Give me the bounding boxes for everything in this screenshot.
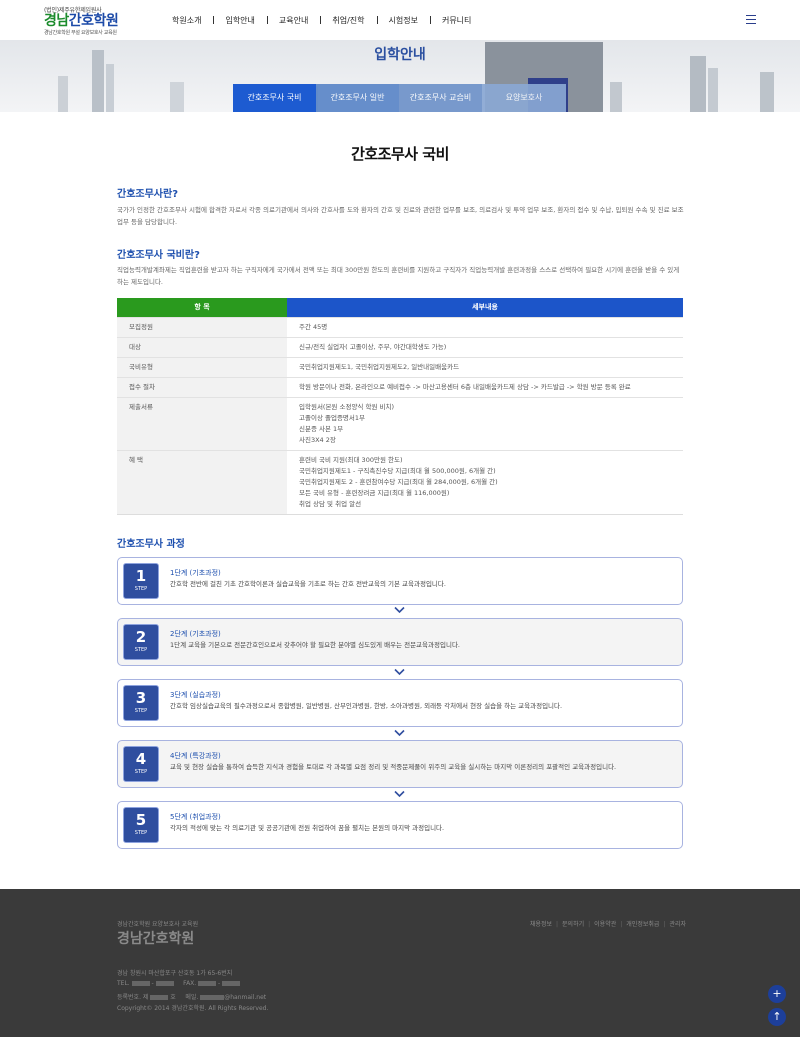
footer-links: 채용정보 문의하기 이용약관 개인정보취급 관리자 [530, 919, 686, 928]
step-title: 5단계 (취업과정) [170, 813, 221, 821]
site-header: (법인)제주유한제임원사 경남간호학원 경남간호학원 부설 요양보호사 교육원 … [0, 0, 800, 40]
step-description: 간호학 전반에 걸친 기초 간호학이론과 실습교육을 기초로 하는 간호 전반교… [170, 580, 446, 588]
page-title: 간호조무사 국비 [351, 145, 449, 163]
step-card: 5 STEP 5단계 (취업과정) 각자의 적성에 맞는 각 의료기관 및 공공기… [117, 801, 683, 849]
logo-caption: 경남간호학원 부설 요양보호사 교육원 [44, 30, 117, 36]
table-cell-label: 제출서류 [117, 398, 287, 450]
table-cell-label: 국비유형 [117, 358, 287, 377]
section-heading-course: 간호조무사 과정 [117, 539, 185, 550]
table-cell-label: 모집정원 [117, 318, 287, 337]
table-header-item: 항 목 [117, 298, 287, 317]
footer-contact: TEL. - FAX. - [117, 980, 241, 987]
table-cell-value: 신규/전직 실업자( 고졸이상, 주부, 야간대학생도 가능) [299, 343, 447, 351]
table-cell-value: 주간 45명 [299, 323, 328, 331]
table-row: 혜 택 훈련비 국비 지원(최대 300만원 한도) 국민취업지원제도1 - 구… [117, 450, 683, 514]
step-description: 1단계 교육을 기본으로 전문간호인으로서 갖추어야 할 필요한 분야별 심도있… [170, 641, 460, 649]
table-row: 제출서류 입학원서(본원 소정양식 학원 비치) 고졸이상 졸업증명서1부 신분… [117, 397, 683, 450]
nav-item-community[interactable]: 커뮤니티 [429, 15, 483, 26]
footer-copyright: Copyright© 2014 경남간호학원. All Rights Reser… [117, 1005, 269, 1012]
step-card: 3 STEP 3단계 (실습과정) 간호학 임상실습교육의 필수과정으로서 종합병… [117, 679, 683, 727]
footer-link-jobs[interactable]: 채용정보 [530, 919, 552, 928]
footer-registration: 등록번호. 제 호 메일. @hanmail.net [117, 994, 267, 1001]
step-title: 1단계 (기초과정) [170, 569, 221, 577]
table-cell-label: 대상 [117, 338, 287, 357]
step-badge: 5 STEP [123, 807, 159, 843]
table-row: 접수 절차 학원 방문이나 전화, 온라인으로 예비접수 -> 마산고용센터 6… [117, 377, 683, 397]
chevron-down-icon [394, 668, 405, 676]
table-row: 모집정원 주간 45명 [117, 317, 683, 337]
step-title: 2단계 (기초과정) [170, 630, 221, 638]
section-text-what: 국가가 인정한 간호조무사 시험에 합격한 자로서 각종 의료기관에서 의사와 … [117, 206, 684, 226]
nav-item-career[interactable]: 취업/진학 [320, 15, 376, 26]
chevron-down-icon [394, 606, 405, 614]
footer-address: 경남 창원시 마산합포구 산호동 1가 65-6번지 [117, 970, 233, 977]
step-card: 2 STEP 2단계 (기초과정) 1단계 교육을 기본으로 전문간호인으로서 갖… [117, 618, 683, 666]
main-nav: 학원소개 입학안내 교육안내 취업/진학 시험정보 커뮤니티 [160, 15, 483, 26]
plus-button[interactable]: + [768, 985, 786, 1003]
tab-tuition[interactable]: 간호조무사 교습비 [399, 84, 482, 112]
table-header-detail: 세부내용 [287, 298, 683, 317]
tab-national-support[interactable]: 간호조무사 국비 [233, 84, 316, 112]
table-cell-label: 접수 절차 [117, 378, 287, 397]
step-title: 3단계 (실습과정) [170, 691, 221, 699]
tab-general[interactable]: 간호조무사 일반 [316, 84, 399, 112]
step-title: 4단계 (특강과정) [170, 752, 221, 760]
section-heading-national: 간호조무사 국비란? [117, 250, 200, 261]
tab-caregiver[interactable]: 요양보호사 [482, 84, 566, 112]
table-cell-value: 훈련비 국비 지원(최대 300만원 한도) 국민취업지원제도1 - 구직촉진수… [299, 456, 498, 508]
step-badge: 2 STEP [123, 624, 159, 660]
step-card: 4 STEP 4단계 (특강과정) 교육 및 현장 실습을 통하여 습득한 지식과… [117, 740, 683, 788]
nav-item-exam[interactable]: 시험정보 [376, 15, 430, 26]
step-description: 교육 및 현장 실습을 통하여 습득한 지식과 경험을 토대로 각 과목별 요점… [170, 763, 617, 771]
footer-logo: 경남간호학원 [117, 931, 195, 947]
chevron-down-icon [394, 790, 405, 798]
step-badge: 4 STEP [123, 746, 159, 782]
footer-link-privacy[interactable]: 개인정보취급 [616, 919, 659, 928]
nav-item-education[interactable]: 교육안내 [266, 15, 320, 26]
table-cell-value: 국민취업지원제도1, 국민취업지원제도2, 일반내일배움카드 [299, 363, 460, 371]
footer-link-inquiry[interactable]: 문의하기 [552, 919, 584, 928]
step-description: 간호학 임상실습교육의 필수과정으로서 종합병원, 일반병원, 산부인과병원, … [170, 702, 563, 710]
footer-link-terms[interactable]: 이용약관 [584, 919, 616, 928]
step-description: 각자의 적성에 맞는 각 의료기관 및 공공기관에 전원 취업하여 꿈을 펼치는… [170, 824, 445, 832]
table-cell-value: 학원 방문이나 전화, 온라인으로 예비접수 -> 마산고용센터 6층 내일배움… [299, 383, 631, 391]
table-row: 국비유형 국민취업지원제도1, 국민취업지원제도2, 일반내일배움카드 [117, 357, 683, 377]
banner-title: 입학안내 [374, 47, 426, 63]
chevron-down-icon [394, 729, 405, 737]
site-footer: 경남간호학원 요양보호사 교육원 경남간호학원 채용정보 문의하기 이용약관 개… [0, 889, 800, 1037]
site-logo[interactable]: (법인)제주유한제임원사 경남간호학원 경남간호학원 부설 요양보호사 교육원 [44, 5, 119, 36]
step-badge: 3 STEP [123, 685, 159, 721]
nav-item-about[interactable]: 학원소개 [160, 15, 213, 26]
step-badge: 1 STEP [123, 563, 159, 599]
section-text-national: 직업능력개발계좌제는 직업훈련을 받고자 하는 구직자에게 국가에서 전액 또는… [117, 266, 680, 286]
sub-tabs: 간호조무사 국비 간호조무사 일반 간호조무사 교습비 요양보호사 [233, 84, 566, 112]
step-card: 1 STEP 1단계 (기초과정) 간호학 전반에 걸친 기초 간호학이론과 실습… [117, 557, 683, 605]
footer-subtitle: 경남간호학원 요양보호사 교육원 [117, 921, 199, 928]
scroll-top-button[interactable]: ↑ [768, 1008, 786, 1026]
section-heading-what: 간호조무사란? [117, 189, 179, 200]
footer-link-admin[interactable]: 관리자 [659, 919, 686, 928]
table-row: 대상 신규/전직 실업자( 고졸이상, 주부, 야간대학생도 가능) [117, 337, 683, 357]
logo-name: 경남간호학원 [44, 13, 119, 29]
hamburger-menu-icon[interactable] [746, 15, 756, 24]
table-header: 항 목 세부내용 [117, 298, 683, 317]
table-cell-value: 입학원서(본원 소정양식 학원 비치) 고졸이상 졸업증명서1부 신분증 사본 … [299, 403, 394, 444]
table-cell-label: 혜 택 [117, 451, 287, 514]
info-table: 항 목 세부내용 모집정원 주간 45명 대상 신규/전직 실업자( 고졸이상,… [117, 298, 683, 515]
nav-item-admission[interactable]: 입학안내 [213, 15, 266, 26]
